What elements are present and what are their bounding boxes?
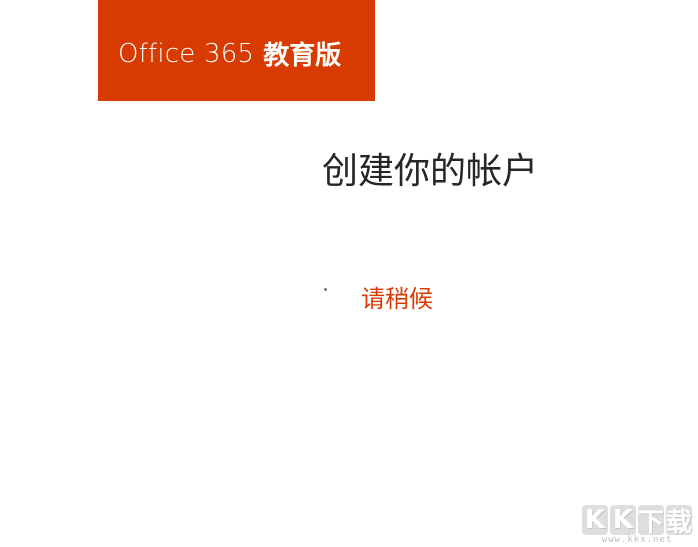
watermark-logo-char: K bbox=[582, 505, 608, 535]
brand-product-name: Office 365 bbox=[118, 38, 255, 69]
watermark: K K 下 载 www.kkx.net bbox=[582, 505, 692, 545]
watermark-logo-char: 下 bbox=[638, 505, 664, 538]
watermark-logo-char: 载 bbox=[666, 505, 692, 538]
loading-spinner-icon bbox=[324, 288, 327, 291]
brand-edition: 教育版 bbox=[263, 41, 342, 71]
watermark-logo: K K 下 载 bbox=[582, 505, 692, 538]
watermark-logo-char: K bbox=[610, 505, 636, 535]
page-title: 创建你的帐户 bbox=[322, 151, 539, 192]
loading-status-text: 请稍候 bbox=[361, 285, 433, 313]
brand-banner: Office 365 教育版 bbox=[98, 0, 375, 101]
